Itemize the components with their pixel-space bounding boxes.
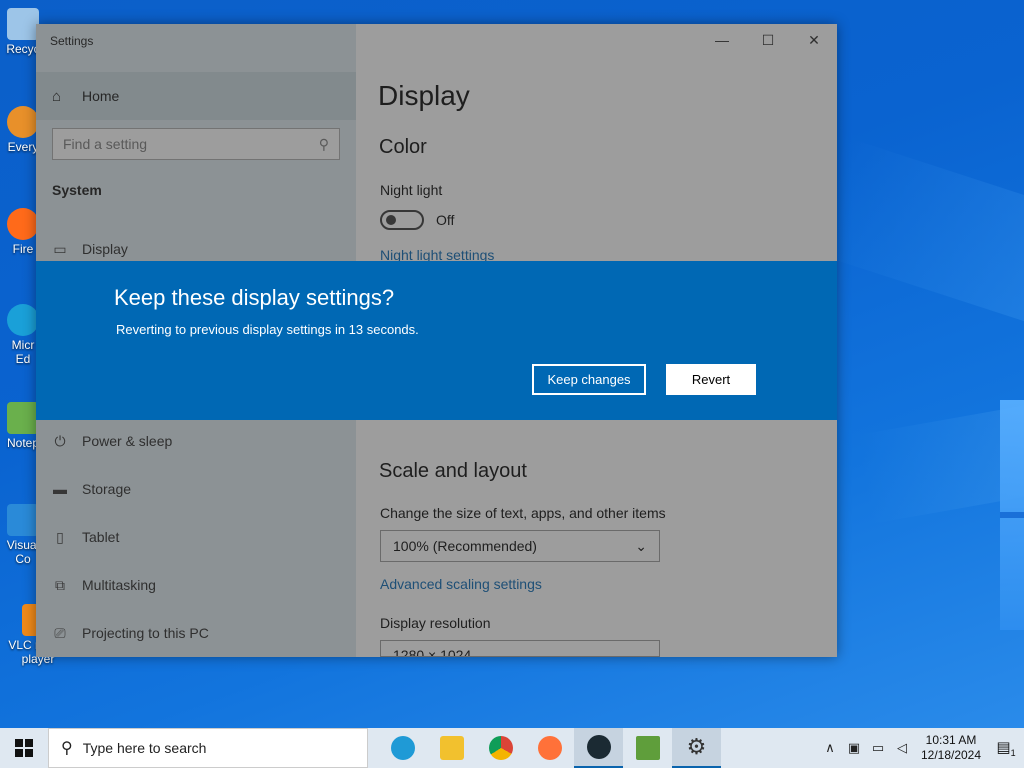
network-icon[interactable]: ▭	[866, 740, 890, 756]
dialog-title: Keep these display settings?	[114, 285, 395, 310]
keep-display-settings-dialog: Keep these display settings? Reverting t…	[36, 261, 837, 420]
taskbar-search-placeholder: Type here to search	[82, 740, 207, 756]
settings-taskbar-icon: ⚙	[686, 734, 707, 759]
security-icon[interactable]: ▣	[842, 740, 866, 756]
clock-time: 10:31 AM	[925, 733, 977, 747]
settings-taskbar-button[interactable]: ⚙	[672, 728, 721, 768]
search-icon: ⚲	[61, 740, 73, 757]
revert-button[interactable]: Revert	[666, 364, 756, 395]
taskbar-search-box[interactable]: ⚲ Type here to search	[48, 728, 368, 768]
chrome-taskbar-icon	[488, 736, 513, 760]
keep-changes-button[interactable]: Keep changes	[532, 364, 646, 395]
chevron-up-icon[interactable]: ∧	[818, 740, 842, 756]
firefox-taskbar-button[interactable]	[525, 728, 574, 768]
firefox-taskbar-icon	[537, 736, 562, 760]
edge-taskbar-button[interactable]	[378, 728, 427, 768]
edge-taskbar-icon	[390, 736, 415, 760]
volume-muted-icon[interactable]: ◁	[890, 740, 914, 756]
taskbar-apps: ⚙	[378, 728, 721, 768]
terminal-app-taskbar-icon	[586, 735, 611, 759]
vscode-icon	[7, 504, 39, 536]
dialog-message: Reverting to previous display settings i…	[116, 322, 419, 337]
wallpaper-light-beam	[855, 365, 1024, 525]
notification-button[interactable]: ▤1	[988, 738, 1024, 758]
taskbar: ⚲ Type here to search ⚙ ∧ ▣ ▭ ◁ 10:31 AM…	[0, 728, 1024, 768]
chrome-taskbar-button[interactable]	[476, 728, 525, 768]
file-explorer-taskbar-button[interactable]	[427, 728, 476, 768]
everything-search-icon	[7, 106, 39, 138]
recycle-bin-icon	[7, 8, 39, 40]
file-explorer-taskbar-icon	[439, 736, 464, 760]
clock-date: 12/18/2024	[920, 748, 982, 762]
clock[interactable]: 10:31 AM 12/18/2024	[914, 733, 988, 763]
minecraft-taskbar-icon	[635, 736, 660, 760]
start-button[interactable]	[0, 728, 48, 768]
terminal-app-taskbar-button[interactable]	[574, 728, 623, 768]
minecraft-taskbar-button[interactable]	[623, 728, 672, 768]
notification-count: 1	[1010, 748, 1016, 758]
firefox-icon	[7, 208, 39, 240]
wallpaper-windows-logo	[1000, 400, 1024, 630]
windows-logo-icon	[15, 739, 33, 757]
system-tray: ∧ ▣ ▭ ◁ 10:31 AM 12/18/2024 ▤1	[818, 728, 1024, 768]
wallpaper-light-beam	[811, 138, 1024, 382]
notepad-icon	[7, 402, 39, 434]
edge-icon	[7, 304, 39, 336]
notification-icon: ▤	[996, 739, 1011, 756]
